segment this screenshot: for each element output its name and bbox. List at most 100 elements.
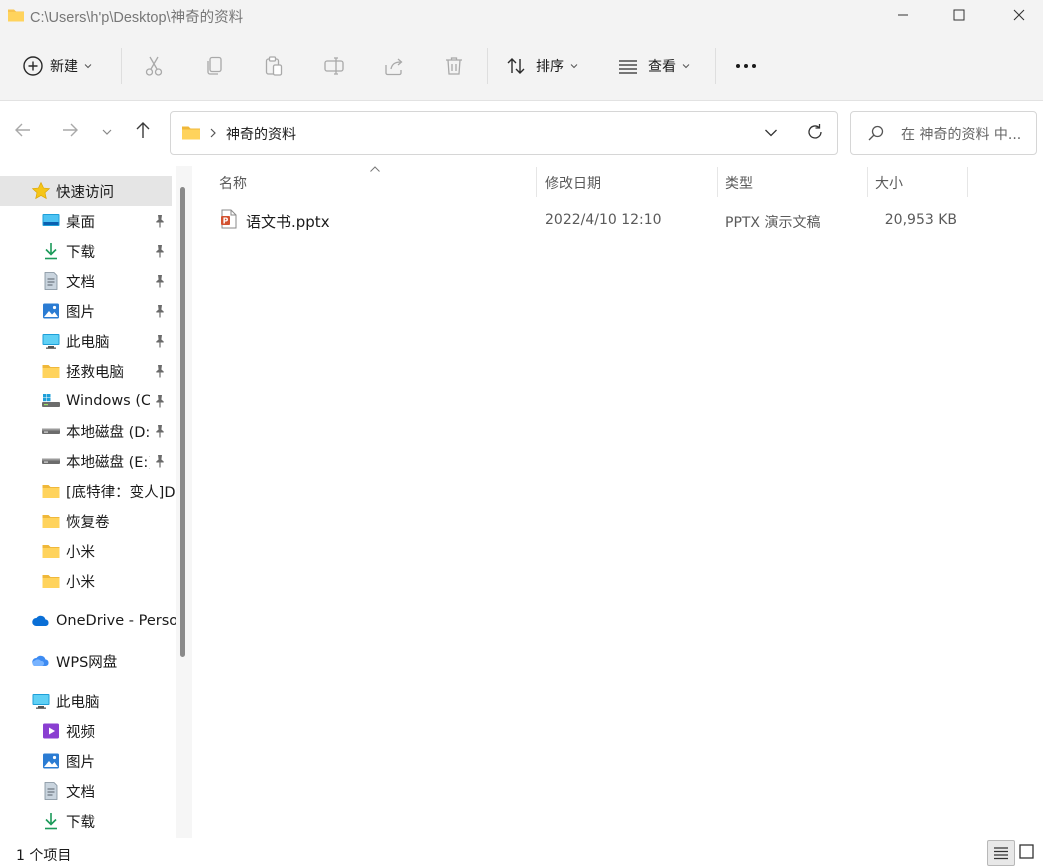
nav-this-pc[interactable]: 此电脑	[0, 686, 176, 716]
column-divider[interactable]	[536, 167, 537, 197]
sort-label: 排序	[536, 59, 564, 75]
nav-quick-access[interactable]: 快速访问	[0, 176, 172, 206]
nav-label: Windows (C	[66, 393, 150, 409]
forward-button[interactable]	[59, 119, 81, 145]
nav-item[interactable]: 下载	[0, 236, 176, 266]
download-icon	[45, 243, 57, 260]
close-button[interactable]	[996, 0, 1042, 30]
sort-button[interactable]: 排序	[505, 48, 579, 84]
close-icon	[1013, 9, 1025, 21]
details-view-icon	[994, 847, 1008, 860]
nav-item[interactable]: [底特律：变人]D	[0, 476, 176, 506]
pin-icon[interactable]	[152, 333, 168, 349]
pin-icon[interactable]	[152, 393, 168, 409]
cut-button[interactable]	[143, 48, 165, 84]
column-divider[interactable]	[967, 167, 968, 197]
nav-label: 下载	[66, 244, 95, 261]
arrow-left-icon	[15, 123, 30, 137]
paste-button[interactable]	[263, 48, 285, 84]
nav-wps-drive[interactable]: WPS网盘	[0, 646, 176, 676]
details-view-button[interactable]	[987, 840, 1015, 866]
chevron-down-icon[interactable]	[764, 127, 778, 139]
svg-text:P: P	[223, 216, 229, 225]
share-button[interactable]	[383, 48, 405, 84]
address-bar[interactable]: 神奇的资料	[170, 111, 838, 155]
sort-icon	[507, 58, 525, 74]
nav-item[interactable]: 图片	[0, 746, 176, 776]
onedrive-icon	[32, 615, 49, 626]
computer-icon	[42, 334, 60, 349]
column-header-name[interactable]: 名称	[219, 173, 247, 193]
nav-item[interactable]: 文档	[0, 266, 176, 296]
minimize-button[interactable]	[880, 0, 926, 30]
nav-scrollbar-thumb[interactable]	[180, 187, 185, 657]
arrow-right-icon	[63, 123, 78, 137]
window-title: C:\Users\h'p\Desktop\神奇的资料	[30, 10, 244, 26]
nav-item[interactable]: 恢复卷	[0, 506, 176, 536]
nav-label: 此电脑	[56, 694, 100, 711]
file-size: 20,953 KB	[884, 212, 957, 228]
nav-item[interactable]: 此电脑	[0, 326, 176, 356]
pin-icon[interactable]	[152, 243, 168, 259]
large-icons-view-button[interactable]	[1018, 843, 1036, 865]
pin-icon[interactable]	[152, 273, 168, 289]
column-header-type[interactable]: 类型	[725, 173, 753, 193]
nav-item[interactable]: 本地磁盘 (D:)	[0, 416, 176, 446]
nav-item[interactable]: 图片	[0, 296, 176, 326]
column-header-size[interactable]: 大小	[875, 173, 903, 193]
column-divider[interactable]	[717, 167, 718, 197]
column-divider[interactable]	[867, 167, 868, 197]
breadcrumb-item[interactable]: 神奇的资料	[226, 124, 296, 144]
pin-icon[interactable]	[152, 363, 168, 379]
command-bar: 新建 排序 查看	[0, 32, 1043, 101]
tiles-view-icon	[1019, 844, 1034, 859]
column-header-modified[interactable]: 修改日期	[545, 173, 601, 193]
nav-item[interactable]: 桌面	[0, 206, 176, 236]
document-icon	[44, 782, 58, 800]
file-type: PPTX 演示文稿	[725, 215, 821, 231]
table-row[interactable]: P 语文书.pptx 2022/4/10 12:10 PPTX 演示文稿 20,…	[213, 205, 973, 235]
view-list-icon	[619, 60, 637, 74]
add-icon	[23, 56, 43, 76]
nav-item[interactable]: 视频	[0, 716, 176, 746]
more-icon	[736, 64, 756, 68]
new-button[interactable]: 新建	[22, 48, 93, 84]
up-button[interactable]	[132, 119, 154, 145]
paste-icon	[265, 56, 283, 76]
view-button[interactable]: 查看	[617, 48, 691, 84]
pin-icon[interactable]	[152, 213, 168, 229]
nav-item[interactable]: 小米	[0, 566, 176, 596]
nav-label: 拯救电脑	[66, 364, 124, 381]
nav-item[interactable]: 小米	[0, 536, 176, 566]
search-input[interactable]: 在 神奇的资料 中...	[850, 111, 1037, 155]
back-button[interactable]	[12, 119, 34, 145]
refresh-icon[interactable]	[805, 122, 825, 142]
recent-locations-button[interactable]	[101, 125, 113, 141]
document-icon	[44, 272, 58, 290]
computer-icon	[32, 694, 50, 709]
nav-item[interactable]: Windows (C	[0, 386, 176, 416]
nav-onedrive[interactable]: OneDrive - Perso	[0, 606, 176, 636]
maximize-button[interactable]	[936, 0, 982, 30]
videos-icon	[43, 723, 59, 739]
chevron-down-icon	[102, 129, 112, 135]
rename-icon	[324, 57, 344, 75]
pin-icon[interactable]	[152, 303, 168, 319]
nav-item[interactable]: 拯救电脑	[0, 356, 176, 386]
copy-button[interactable]	[203, 48, 225, 84]
rename-button[interactable]	[323, 48, 345, 84]
pin-icon[interactable]	[152, 423, 168, 439]
arrow-up-icon	[136, 122, 150, 138]
nav-item[interactable]: 本地磁盘 (E:)	[0, 446, 176, 476]
title-bar: C:\Users\h'p\Desktop\神奇的资料	[0, 0, 1043, 32]
nav-item[interactable]: 文档	[0, 776, 176, 806]
delete-button[interactable]	[443, 48, 465, 84]
pictures-icon	[43, 303, 59, 319]
more-options-button[interactable]	[735, 48, 759, 84]
nav-item[interactable]: 下载	[0, 806, 176, 836]
pin-icon[interactable]	[152, 453, 168, 469]
nav-label: [底特律：变人]D	[66, 484, 176, 501]
nav-label: 恢复卷	[66, 514, 110, 531]
share-icon	[385, 58, 403, 76]
file-list: 名称 修改日期 类型 大小 P 语文书.pptx 2022/4/10 12:10…	[193, 161, 1043, 838]
